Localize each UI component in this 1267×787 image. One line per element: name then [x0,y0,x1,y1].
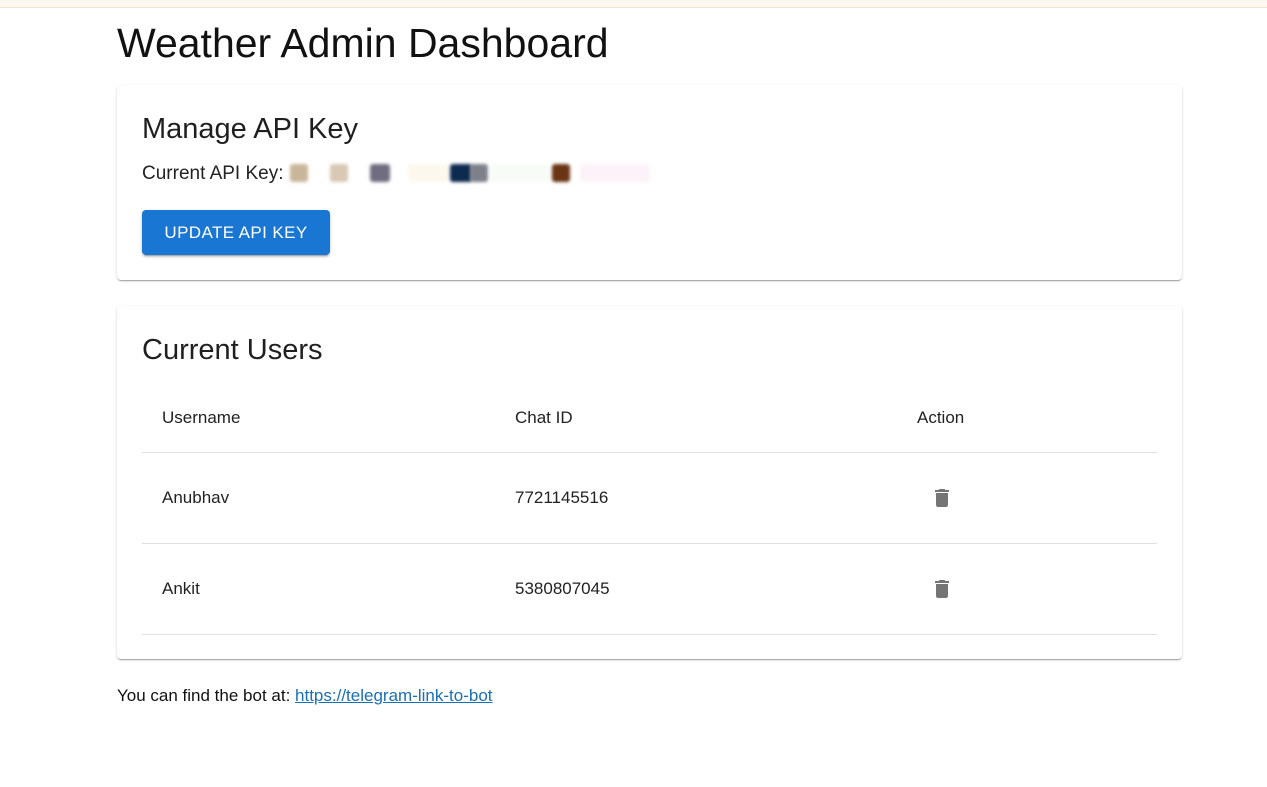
footer-bot-info: You can find the bot at: https://telegra… [117,686,493,706]
telegram-bot-link[interactable]: https://telegram-link-to-bot [295,686,492,705]
action-cell [897,452,1157,544]
table-header-row: Username Chat ID Action [142,384,1157,453]
current-users-card: Current Users Username Chat ID Action An… [117,306,1182,659]
username-cell: Ankit [142,543,495,635]
manage-api-key-card: Manage API Key Current API Key: UPDATE A… [117,85,1182,280]
action-cell [897,543,1157,635]
current-api-key-label: Current API Key: [142,163,284,184]
delete-icon [935,580,949,598]
column-header-action: Action [897,384,1157,453]
delete-user-button[interactable] [918,565,966,613]
current-api-key-row: Current API Key: [142,163,650,185]
chat-id-cell: 5380807045 [495,543,897,635]
table-row: Ankit 5380807045 [142,543,1157,635]
delete-user-button[interactable] [918,474,966,522]
column-header-username: Username [142,384,495,453]
page-title: Weather Admin Dashboard [117,20,609,66]
update-api-key-button[interactable]: UPDATE API KEY [142,210,330,255]
delete-icon [935,489,949,507]
top-browser-strip [0,0,1267,8]
chat-id-cell: 7721145516 [495,452,897,544]
footer-text: You can find the bot at: [117,686,291,705]
users-table: Username Chat ID Action Anubhav 77211455… [142,384,1157,635]
current-users-title: Current Users [142,334,323,366]
username-cell: Anubhav [142,452,495,544]
table-row: Anubhav 7721145516 [142,452,1157,544]
column-header-chat-id: Chat ID [495,384,897,453]
manage-api-key-title: Manage API Key [142,113,359,145]
redacted-api-key-value [289,163,650,185]
